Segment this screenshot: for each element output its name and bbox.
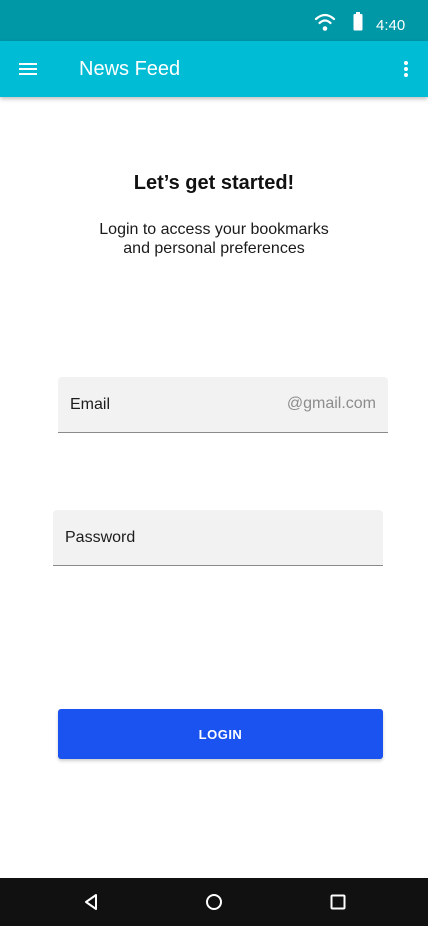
home-icon [206, 894, 222, 910]
hamburger-menu-icon [19, 63, 37, 75]
overflow-menu-button[interactable] [394, 55, 418, 83]
nav-recents-button[interactable] [326, 890, 350, 914]
status-time: 4:40 [376, 17, 406, 34]
email-suffix: @gmail.com [286, 395, 376, 412]
more-vert-icon [404, 61, 408, 77]
status-bar: 4:40 [0, 0, 428, 41]
page-title: Let’s get started! [133, 172, 295, 194]
page-subtitle: Login to access your bookmarks and perso… [99, 221, 329, 257]
recents-icon [330, 894, 346, 910]
login-screen: 4:40 News Feed Let’s get started! Login … [0, 0, 428, 926]
menu-button[interactable] [14, 55, 42, 83]
back-icon [85, 894, 97, 910]
system-nav-bar [0, 878, 428, 926]
login-button-label: LOGIN [198, 726, 243, 742]
email-field[interactable]: Email @gmail.com [58, 377, 388, 433]
app-bar: News Feed [0, 41, 428, 97]
battery-icon [353, 12, 363, 31]
password-field[interactable]: Password [53, 510, 383, 566]
wifi-icon [314, 13, 336, 31]
nav-home-button[interactable] [202, 890, 226, 914]
app-title: News Feed [79, 58, 181, 80]
password-label: Password [65, 529, 136, 546]
login-button[interactable]: LOGIN [58, 709, 383, 759]
nav-back-button[interactable] [79, 890, 103, 914]
email-label: Email [70, 396, 111, 413]
